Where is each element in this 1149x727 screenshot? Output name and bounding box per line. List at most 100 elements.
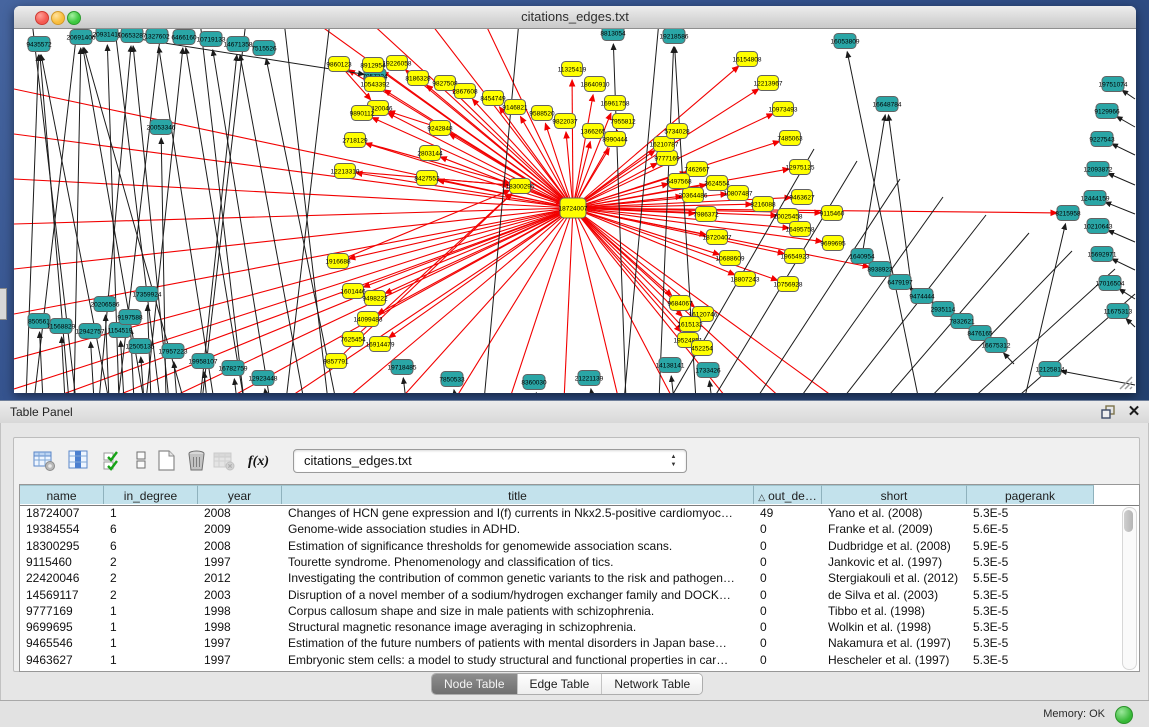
column-header-out_de[interactable]: △out_de… xyxy=(754,485,822,504)
network-node[interactable]: 12125814 xyxy=(1036,362,1065,377)
network-node[interactable]: 6479197 xyxy=(887,275,913,290)
network-edge[interactable] xyxy=(454,390,456,393)
create-column-icon[interactable] xyxy=(154,448,180,474)
show-columns-icon[interactable] xyxy=(66,448,92,474)
network-edge[interactable] xyxy=(573,208,778,280)
network-node[interactable]: 1640954 xyxy=(849,249,875,264)
network-node[interactable]: 2803144 xyxy=(417,146,443,161)
network-node[interactable]: 9435572 xyxy=(26,37,52,52)
network-node[interactable]: 12923448 xyxy=(249,371,278,386)
network-node[interactable]: 16675312 xyxy=(982,338,1011,353)
tab-network-table[interactable]: Network Table xyxy=(602,674,702,694)
network-node[interactable]: 452254 xyxy=(691,341,713,356)
network-edge[interactable] xyxy=(14,134,573,208)
network-edge[interactable] xyxy=(403,378,406,393)
column-header-short[interactable]: short xyxy=(822,485,967,504)
scrollbar-thumb[interactable] xyxy=(1124,510,1133,532)
network-node[interactable]: 9699695 xyxy=(820,236,846,251)
table-row[interactable]: 911546021997Tourette syndrome. Phenomeno… xyxy=(20,554,1120,570)
table-row[interactable]: 1938455462009Genome-wide association stu… xyxy=(20,521,1120,537)
network-node[interactable]: 16053809 xyxy=(831,34,860,49)
network-node[interactable]: 2867608 xyxy=(452,84,478,99)
table-row[interactable]: 969969511998Structural magnetic resonanc… xyxy=(20,619,1120,635)
network-node[interactable]: 15692971 xyxy=(1088,247,1117,262)
deselect-rows-icon[interactable] xyxy=(128,448,154,474)
network-node[interactable]: 8360030 xyxy=(521,375,547,390)
network-node[interactable]: 8990444 xyxy=(602,132,628,147)
network-edge[interactable] xyxy=(349,208,573,259)
table-row[interactable]: 946362711997Embryonic stem cells: a mode… xyxy=(20,652,1120,668)
network-node[interactable]: 14138141 xyxy=(656,358,685,373)
network-window[interactable]: citations_edges.txt 18724007943557220691… xyxy=(14,6,1136,393)
column-header-name[interactable]: name xyxy=(20,485,104,504)
network-node[interactable]: 5734028 xyxy=(664,124,690,139)
network-edge[interactable] xyxy=(564,208,573,393)
network-node[interactable]: 12213319 xyxy=(331,164,360,179)
delete-column-icon[interactable] xyxy=(184,448,210,474)
network-node[interactable]: 7515526 xyxy=(251,41,277,56)
network-node[interactable]: 11675313 xyxy=(1104,304,1133,319)
network-canvas[interactable]: 1872400794355722069140620931416106532871… xyxy=(14,29,1136,393)
network-edge[interactable] xyxy=(709,381,712,393)
network-node[interactable]: 1327602 xyxy=(144,29,170,44)
network-node[interactable]: 8427552 xyxy=(414,171,440,186)
network-node[interactable]: 20053346 xyxy=(147,120,176,135)
network-node[interactable]: 19751074 xyxy=(1099,77,1128,92)
network-node[interactable]: 9777169 xyxy=(654,151,680,166)
network-node[interactable]: 18724007 xyxy=(559,198,588,218)
network-edge[interactable] xyxy=(1119,289,1135,299)
select-all-rows-icon[interactable] xyxy=(100,448,126,474)
network-node[interactable]: 9684067 xyxy=(667,296,693,311)
network-node[interactable]: 7485063 xyxy=(777,131,803,146)
window-resize-grip[interactable] xyxy=(1117,374,1133,390)
tab-edge-table[interactable]: Edge Table xyxy=(518,674,603,694)
column-header-title[interactable]: title xyxy=(282,485,754,504)
network-edge[interactable] xyxy=(1126,319,1135,327)
network-edge[interactable] xyxy=(266,59,336,393)
table-row[interactable]: 946554611997Estimation of the future num… xyxy=(20,635,1120,651)
table-row[interactable]: 1456911722003Disruption of a novel membe… xyxy=(20,587,1120,603)
function-builder-icon[interactable]: f(x) xyxy=(246,448,280,474)
network-edge[interactable] xyxy=(284,29,328,393)
network-node[interactable]: 8938923 xyxy=(867,262,893,277)
network-node[interactable]: 9857791 xyxy=(323,354,349,369)
delete-table-icon[interactable] xyxy=(212,448,238,474)
network-edge[interactable] xyxy=(107,45,119,393)
table-selector[interactable]: citations_edges.txt ▲▼ xyxy=(293,449,687,473)
network-node[interactable]: 14671358 xyxy=(224,37,253,52)
network-node[interactable]: 9822037 xyxy=(552,114,578,129)
network-node[interactable]: 9129966 xyxy=(1094,104,1120,119)
network-node[interactable]: 6497568 xyxy=(666,174,692,189)
network-node[interactable]: 6466160 xyxy=(171,30,197,45)
network-node[interactable]: 9463627 xyxy=(789,190,815,205)
network-node[interactable]: 21221139 xyxy=(575,371,604,386)
network-node[interactable]: 10719133 xyxy=(197,32,226,47)
table-row[interactable]: 2242004622012Investigating the contribut… xyxy=(20,570,1120,586)
memory-indicator-button[interactable] xyxy=(1115,706,1133,724)
network-node[interactable]: 8454749 xyxy=(480,91,506,106)
column-header-pagerank[interactable]: pagerank xyxy=(967,485,1094,504)
network-node[interactable]: 10756928 xyxy=(774,277,803,292)
network-node[interactable]: 12975125 xyxy=(786,160,815,175)
network-node[interactable]: 10543392 xyxy=(361,77,390,92)
network-edge[interactable] xyxy=(862,115,885,256)
network-node[interactable]: 10210643 xyxy=(1084,219,1113,234)
network-edge[interactable] xyxy=(99,46,131,393)
network-node[interactable]: 18720407 xyxy=(703,230,732,245)
network-node[interactable]: 11568829 xyxy=(47,319,76,334)
network-node[interactable]: 10653287 xyxy=(118,29,147,43)
network-edge[interactable] xyxy=(32,29,76,393)
network-edge[interactable] xyxy=(1117,116,1135,127)
network-node[interactable]: 7625454 xyxy=(340,332,366,347)
network-node[interactable]: 1733426 xyxy=(695,363,721,378)
network-node[interactable]: 16782759 xyxy=(219,361,248,376)
network-node[interactable]: 19958107 xyxy=(189,354,218,369)
network-node[interactable]: 9860123 xyxy=(326,57,352,72)
network-edge[interactable] xyxy=(449,134,573,208)
network-node[interactable]: 18640910 xyxy=(581,77,610,92)
network-node[interactable]: 20206586 xyxy=(91,297,120,312)
table-row[interactable]: 1830029562008Estimation of significance … xyxy=(20,538,1120,554)
network-node[interactable]: 16495758 xyxy=(786,222,815,237)
network-node[interactable]: 10807487 xyxy=(724,186,753,201)
network-node[interactable]: 12505135 xyxy=(126,339,155,354)
